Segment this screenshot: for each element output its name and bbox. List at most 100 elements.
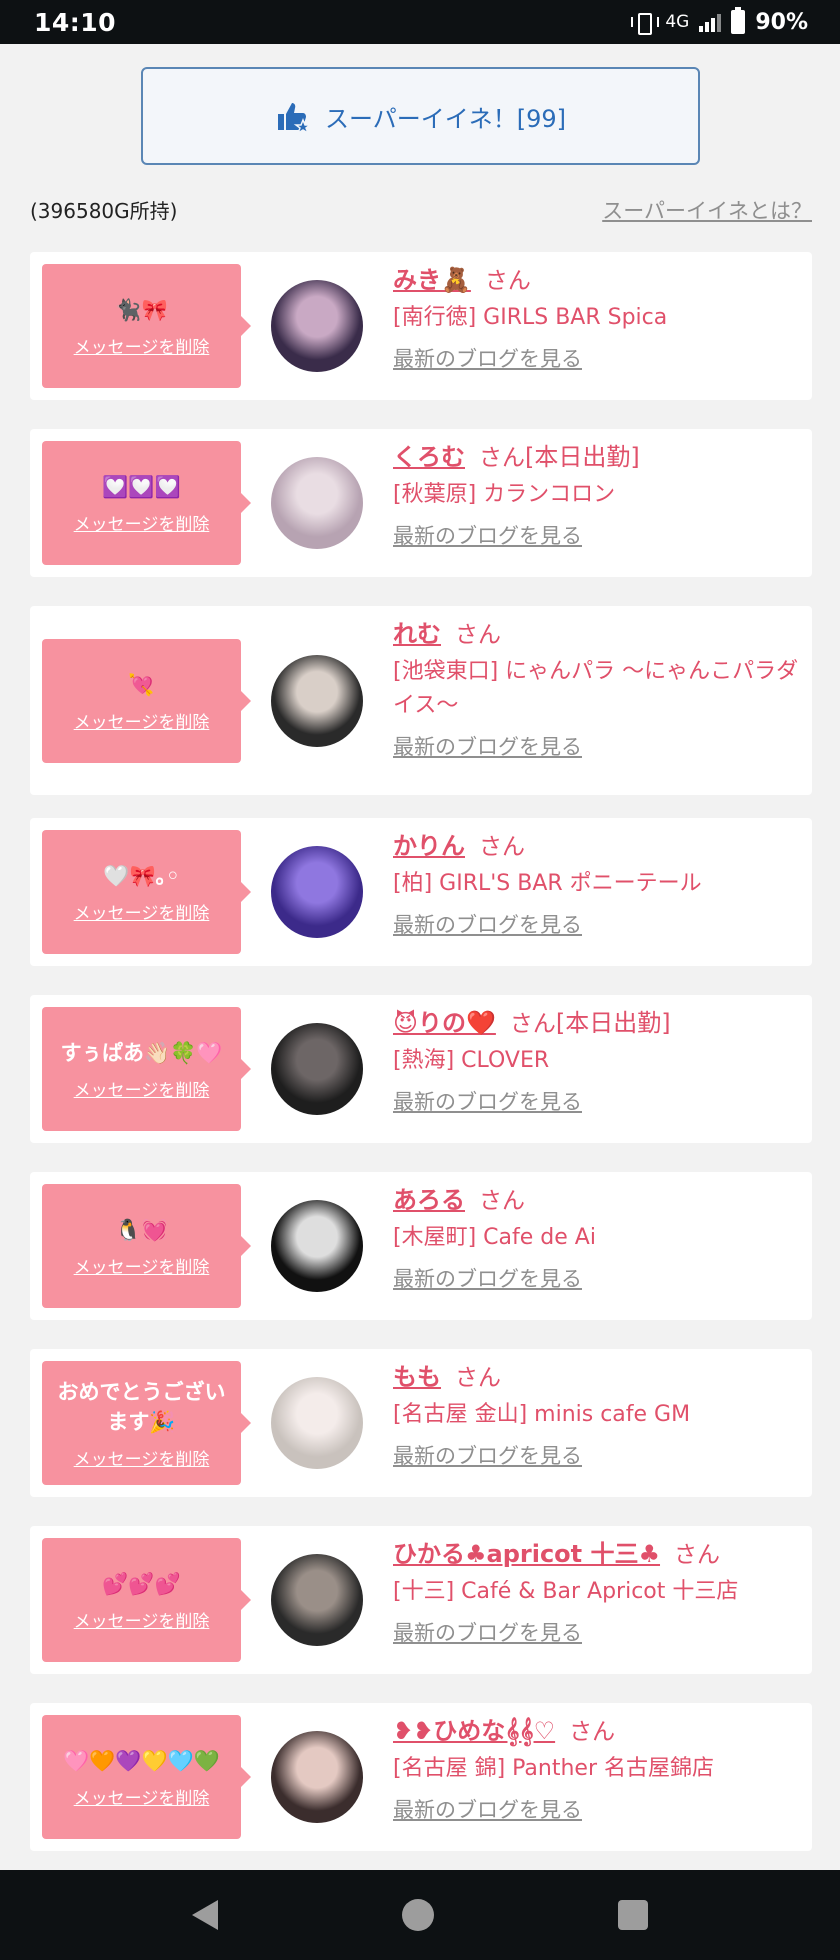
name-row: みき🧸 さん <box>393 260 803 301</box>
latest-blog-link[interactable]: 最新のブログを見る <box>393 343 582 373</box>
avatar[interactable] <box>271 846 363 938</box>
delete-message-link[interactable]: メッセージを削除 <box>74 510 210 535</box>
cast-info: れむ さん [池袋東口] にゃんパラ 〜にゃんこパラダイス〜 最新のブログを見る <box>393 614 803 761</box>
message-bubble: 🐈‍⬛🎀 メッセージを削除 <box>42 264 251 388</box>
delete-message-link[interactable]: メッセージを削除 <box>74 708 210 733</box>
san-label: さん <box>455 1365 501 1391</box>
cast-name-link[interactable]: くろむ <box>393 443 465 471</box>
favorite-card: 💟💟💟 メッセージを削除 くろむ さん[本日出勤] [秋葉原] カランコロン 最新… <box>30 429 812 577</box>
message-text: 🤍🎀｡◦ <box>103 863 180 888</box>
shop-name: [十三] Café & Bar Apricot 十三店 <box>393 1579 739 1604</box>
battery-icon <box>731 7 746 34</box>
delete-message-link[interactable]: メッセージを削除 <box>74 1445 210 1470</box>
thumbs-up-star-icon <box>277 103 311 134</box>
favorite-card: すぅぱあ👋🏻🍀🩷 メッセージを削除 😈りの❤️ さん[本日出勤] [熱海] CLO… <box>30 995 812 1143</box>
favorite-card: 💕💕💕 メッセージを削除 ひかる♣apricot 十三♣ さん [十三] Café… <box>30 1526 812 1674</box>
latest-blog-link[interactable]: 最新のブログを見る <box>393 909 582 939</box>
san-label: さん <box>569 1719 616 1745</box>
name-row: くろむ さん[本日出勤] <box>393 437 803 478</box>
cast-info: 😈りの❤️ さん[本日出勤] [熱海] CLOVER 最新のブログを見る <box>393 1003 803 1116</box>
latest-blog-link[interactable]: 最新のブログを見る <box>393 1617 582 1647</box>
favorite-card: 🩷🧡💜💛🩵💚 メッセージを削除 ❥❥ひめな𝄞𝄞♡ さん [名古屋 錦] Panth… <box>30 1703 812 1851</box>
delete-message-link[interactable]: メッセージを削除 <box>74 1253 210 1278</box>
shop-name: [池袋東口] にゃんパラ 〜にゃんこパラダイス〜 <box>393 659 799 718</box>
message-text: 💘 <box>128 672 155 697</box>
cast-name-link[interactable]: あろる <box>393 1186 465 1214</box>
cast-name-link[interactable]: ひかる♣apricot 十三♣ <box>393 1540 660 1568</box>
about-super-iine-link[interactable]: スーパーイイネとは？ <box>602 195 812 225</box>
status-time: 14:10 <box>34 7 117 37</box>
avatar[interactable] <box>271 457 363 549</box>
latest-blog-link[interactable]: 最新のブログを見る <box>393 731 582 761</box>
cast-name-link[interactable]: 😈りの❤️ <box>393 1009 496 1037</box>
name-row: れむ さん <box>393 614 803 655</box>
favorite-card: 💘 メッセージを削除 れむ さん [池袋東口] にゃんパラ 〜にゃんこパラダイス〜… <box>30 606 812 795</box>
attendance-status: [本日出勤] <box>525 443 640 471</box>
name-row: ひかる♣apricot 十三♣ さん <box>393 1534 803 1575</box>
delete-message-link[interactable]: メッセージを削除 <box>74 1784 210 1809</box>
cast-info: みき🧸 さん [南行徳] GIRLS BAR Spica 最新のブログを見る <box>393 260 803 373</box>
avatar[interactable] <box>271 1554 363 1646</box>
avatar[interactable] <box>271 1731 363 1823</box>
latest-blog-link[interactable]: 最新のブログを見る <box>393 520 582 550</box>
cast-name-link[interactable]: かりん <box>393 832 465 860</box>
cast-name-link[interactable]: れむ <box>393 620 441 648</box>
avatar[interactable] <box>271 1200 363 1292</box>
san-label: さん <box>479 834 525 860</box>
name-row: かりん さん <box>393 826 803 867</box>
cast-name-link[interactable]: みき🧸 <box>393 266 471 294</box>
navigation-bar <box>0 1870 840 1960</box>
san-label: さん <box>479 445 525 471</box>
message-bubble: 🐧💓 メッセージを削除 <box>42 1184 251 1308</box>
name-row: あろる さん <box>393 1180 803 1221</box>
latest-blog-link[interactable]: 最新のブログを見る <box>393 1086 582 1116</box>
vibrate-icon <box>631 11 660 35</box>
name-row: 😈りの❤️ さん[本日出勤] <box>393 1003 803 1044</box>
battery-percent: 90% <box>755 9 808 35</box>
san-label: さん <box>455 622 501 648</box>
favorite-card: 🐈‍⬛🎀 メッセージを削除 みき🧸 さん [南行徳] GIRLS BAR Spic… <box>30 252 812 400</box>
name-row: ❥❥ひめな𝄞𝄞♡ さん <box>393 1711 803 1752</box>
message-text: すぅぱあ👋🏻🍀🩷 <box>60 1040 223 1065</box>
san-label: さん <box>484 268 531 294</box>
home-icon[interactable] <box>402 1899 434 1931</box>
delete-message-link[interactable]: メッセージを削除 <box>74 1607 210 1632</box>
shop-name: [名古屋 金山] minis cafe GM <box>393 1402 691 1427</box>
message-text: 💟💟💟 <box>102 474 181 499</box>
favorite-card: おめでとうございます🎉 メッセージを削除 もも さん [名古屋 金山] minis… <box>30 1349 812 1497</box>
recent-apps-icon[interactable] <box>618 1900 648 1930</box>
back-icon[interactable] <box>192 1900 218 1930</box>
delete-message-link[interactable]: メッセージを削除 <box>74 1076 210 1101</box>
message-text: 🐈‍⬛🎀 <box>115 297 168 322</box>
delete-message-link[interactable]: メッセージを削除 <box>74 899 210 924</box>
name-row: もも さん <box>393 1357 803 1398</box>
shop-name: [木屋町] Cafe de Ai <box>393 1225 596 1250</box>
cast-info: ❥❥ひめな𝄞𝄞♡ さん [名古屋 錦] Panther 名古屋錦店 最新のブログを… <box>393 1711 803 1824</box>
avatar[interactable] <box>271 1023 363 1115</box>
latest-blog-link[interactable]: 最新のブログを見る <box>393 1263 582 1293</box>
cast-info: あろる さん [木屋町] Cafe de Ai 最新のブログを見る <box>393 1180 803 1293</box>
san-label: さん <box>509 1011 556 1037</box>
avatar[interactable] <box>271 1377 363 1469</box>
attendance-status: [本日出勤] <box>555 1009 671 1037</box>
delete-message-link[interactable]: メッセージを削除 <box>74 333 210 358</box>
avatar[interactable] <box>271 280 363 372</box>
latest-blog-link[interactable]: 最新のブログを見る <box>393 1440 582 1470</box>
shop-name: [名古屋 錦] Panther 名古屋錦店 <box>393 1756 714 1781</box>
status-indicators: 4G 90% <box>631 7 808 35</box>
cast-name-link[interactable]: もも <box>393 1363 441 1391</box>
cast-info: もも さん [名古屋 金山] minis cafe GM 最新のブログを見る <box>393 1357 803 1470</box>
avatar[interactable] <box>271 655 363 747</box>
message-bubble: 💟💟💟 メッセージを削除 <box>42 441 251 565</box>
shop-name: [柏] GIRL'S BAR ポニーテール <box>393 871 702 896</box>
super-iine-button[interactable]: スーパーイイネ！[99] <box>141 67 700 165</box>
cast-name-link[interactable]: ❥❥ひめな𝄞𝄞♡ <box>393 1717 555 1745</box>
signal-icon <box>699 12 722 32</box>
cast-info: くろむ さん[本日出勤] [秋葉原] カランコロン 最新のブログを見る <box>393 437 803 550</box>
latest-blog-link[interactable]: 最新のブログを見る <box>393 1794 582 1824</box>
message-bubble: すぅぱあ👋🏻🍀🩷 メッセージを削除 <box>42 1007 251 1131</box>
super-iine-label: スーパーイイネ！[99] <box>324 104 567 133</box>
favorite-card: 🐧💓 メッセージを削除 あろる さん [木屋町] Cafe de Ai 最新のブロ… <box>30 1172 812 1320</box>
cast-info: ひかる♣apricot 十三♣ さん [十三] Café & Bar Aprico… <box>393 1534 803 1647</box>
cast-info: かりん さん [柏] GIRL'S BAR ポニーテール 最新のブログを見る <box>393 826 803 939</box>
